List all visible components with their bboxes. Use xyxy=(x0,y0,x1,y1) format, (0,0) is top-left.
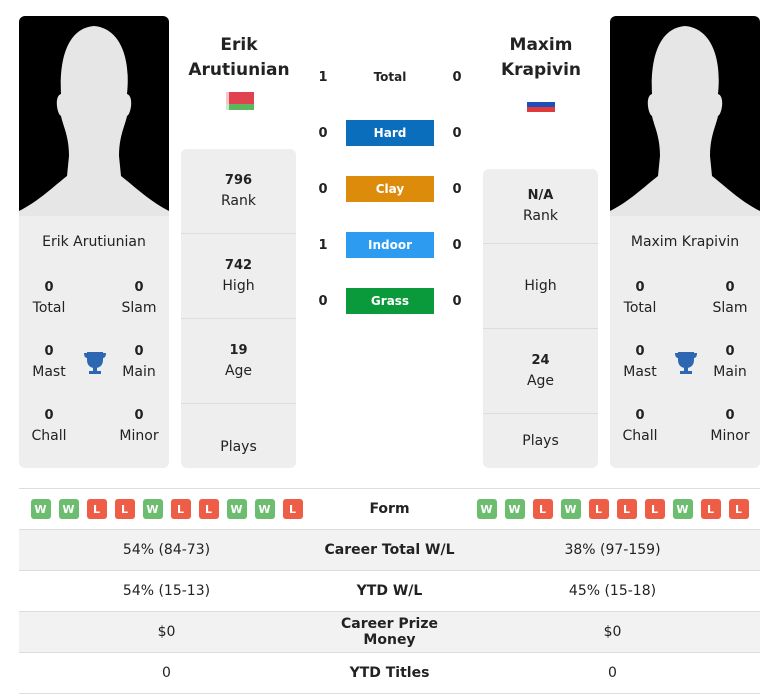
player2-stat-value: 45% (15-18) xyxy=(568,583,657,599)
h2h-surface-grass[interactable]: Grass xyxy=(346,288,434,314)
h2h-p1-count: 0 xyxy=(318,181,328,197)
p1-chall-titles: 0 Chall xyxy=(31,408,67,444)
h2h-row-clay: 0 Clay 0 xyxy=(312,176,472,202)
h2h-p2-count: 0 xyxy=(452,69,462,85)
p1-main-titles: 0 Main xyxy=(122,344,156,380)
form-badge-win[interactable]: W xyxy=(30,499,51,519)
p1-plays: Plays xyxy=(220,438,257,455)
player2-name[interactable]: Maxim Krapivin xyxy=(476,33,606,83)
player1-name[interactable]: Erik Arutiunian xyxy=(174,33,304,83)
p2-high: High xyxy=(483,244,598,329)
player2-form: WWLWLLLWLL xyxy=(465,499,760,519)
stat-label: Career Prize Money xyxy=(340,616,438,648)
player2-photo xyxy=(610,16,760,216)
p1-rank: 796 Rank xyxy=(181,149,296,234)
h2h-surface-indoor[interactable]: Indoor xyxy=(346,232,434,258)
h2h-surface-clay[interactable]: Clay xyxy=(346,176,434,202)
form-badge-loss[interactable]: L xyxy=(170,499,191,519)
player1-stat-value: 54% (15-13) xyxy=(122,583,211,599)
p1-high: 742 High xyxy=(181,234,296,319)
stat-row: 0 YTD Titles 0 xyxy=(19,653,760,694)
player1-form: WWLLWLLWWL xyxy=(19,499,314,519)
form-badge-loss[interactable]: L xyxy=(728,499,749,519)
player1-stat-value: $0 xyxy=(157,624,176,640)
form-badge-loss[interactable]: L xyxy=(86,499,107,519)
form-badge-win[interactable]: W xyxy=(254,499,275,519)
h2h-row-indoor: 1 Indoor 0 xyxy=(312,232,472,258)
p2-mast-titles: 0 Mast xyxy=(623,344,657,380)
form-badge-loss[interactable]: L xyxy=(616,499,637,519)
form-badge-win[interactable]: W xyxy=(142,499,163,519)
player1-photo xyxy=(19,16,169,216)
player2-stat-value: 0 xyxy=(608,665,617,681)
form-badge-loss[interactable]: L xyxy=(588,499,609,519)
form-badge-loss[interactable]: L xyxy=(114,499,135,519)
form-badge-win[interactable]: W xyxy=(226,499,247,519)
player2-stat-value: $0 xyxy=(603,624,622,640)
form-row: WWLLWLLWWL Form WWLWLLLWLL xyxy=(19,489,760,530)
form-label: Form xyxy=(369,501,410,517)
belarus-flag-icon xyxy=(226,92,254,110)
comparison-table: WWLLWLLWWL Form WWLWLLLWLL 54% (84-73) Ca… xyxy=(19,488,760,694)
p2-plays: Plays xyxy=(522,433,559,449)
form-badge-loss[interactable]: L xyxy=(198,499,219,519)
form-badge-win[interactable]: W xyxy=(58,499,79,519)
trophy-icon xyxy=(675,352,697,374)
h2h-p2-count: 0 xyxy=(452,293,462,309)
stat-label: YTD Titles xyxy=(349,665,430,681)
p2-chall-titles: 0 Chall xyxy=(622,408,658,444)
player1-titles-card: Erik Arutiunian 0 Total 0 Slam 0 Mast 0 Main… xyxy=(19,216,169,468)
p1-minor-titles: 0 Minor xyxy=(119,408,159,444)
h2h-p1-count: 1 xyxy=(318,237,328,253)
player1-full-name: Erik Arutiunian xyxy=(42,234,146,250)
stat-label: Career Total W/L xyxy=(324,542,455,558)
h2h-row-total: 1 Total 0 xyxy=(312,64,472,90)
russia-flag-icon xyxy=(527,97,555,112)
h2h-p2-count: 0 xyxy=(452,181,462,197)
p1-slam-titles: 0 Slam xyxy=(121,280,157,316)
p2-minor-titles: 0 Minor xyxy=(710,408,750,444)
h2h-p2-count: 0 xyxy=(452,237,462,253)
h2h-p1-count: 0 xyxy=(318,293,328,309)
form-badge-loss[interactable]: L xyxy=(700,499,721,519)
stat-row: $0 Career Prize Money $0 xyxy=(19,612,760,653)
p2-total-titles: 0 Total xyxy=(623,280,657,316)
h2h-p1-count: 1 xyxy=(318,69,328,85)
player2-full-name: Maxim Krapivin xyxy=(630,234,740,250)
h2h-row-grass: 0 Grass 0 xyxy=(312,288,472,314)
h2h-surface-total[interactable]: Total xyxy=(346,64,434,90)
form-badge-loss[interactable]: L xyxy=(532,499,553,519)
form-badge-win[interactable]: W xyxy=(476,499,497,519)
player2-titles-card: Maxim Krapivin 0 Total 0 Slam 0 Mast 0 Main … xyxy=(610,216,760,468)
player1-stat-value: 54% (84-73) xyxy=(122,542,211,558)
trophy-icon xyxy=(84,352,106,374)
form-badge-win[interactable]: W xyxy=(560,499,581,519)
h2h-p1-count: 0 xyxy=(318,125,328,141)
p2-rank: N/A Rank xyxy=(483,169,598,244)
p2-slam-titles: 0 Slam xyxy=(712,280,748,316)
stat-row: 54% (84-73) Career Total W/L 38% (97-159) xyxy=(19,530,760,571)
stat-row: 54% (15-13) YTD W/L 45% (15-18) xyxy=(19,571,760,612)
player1-info-panel: 796 Rank 742 High 19 Age Plays xyxy=(181,149,296,468)
p1-mast-titles: 0 Mast xyxy=(32,344,66,380)
form-badge-loss[interactable]: L xyxy=(282,499,303,519)
p1-age: 19 Age xyxy=(181,319,296,404)
player2-stat-value: 38% (97-159) xyxy=(564,542,661,558)
h2h-surface-hard[interactable]: Hard xyxy=(346,120,434,146)
player1-stat-value: 0 xyxy=(162,665,171,681)
form-badge-win[interactable]: W xyxy=(672,499,693,519)
h2h-row-hard: 0 Hard 0 xyxy=(312,120,472,146)
form-badge-loss[interactable]: L xyxy=(644,499,665,519)
p2-age: 24 Age xyxy=(483,329,598,414)
player2-info-panel: N/A Rank High 24 Age Plays xyxy=(483,169,598,468)
p2-main-titles: 0 Main xyxy=(713,344,747,380)
form-badge-win[interactable]: W xyxy=(504,499,525,519)
h2h-p2-count: 0 xyxy=(452,125,462,141)
stat-label: YTD W/L xyxy=(356,583,423,599)
p1-total-titles: 0 Total xyxy=(32,280,66,316)
